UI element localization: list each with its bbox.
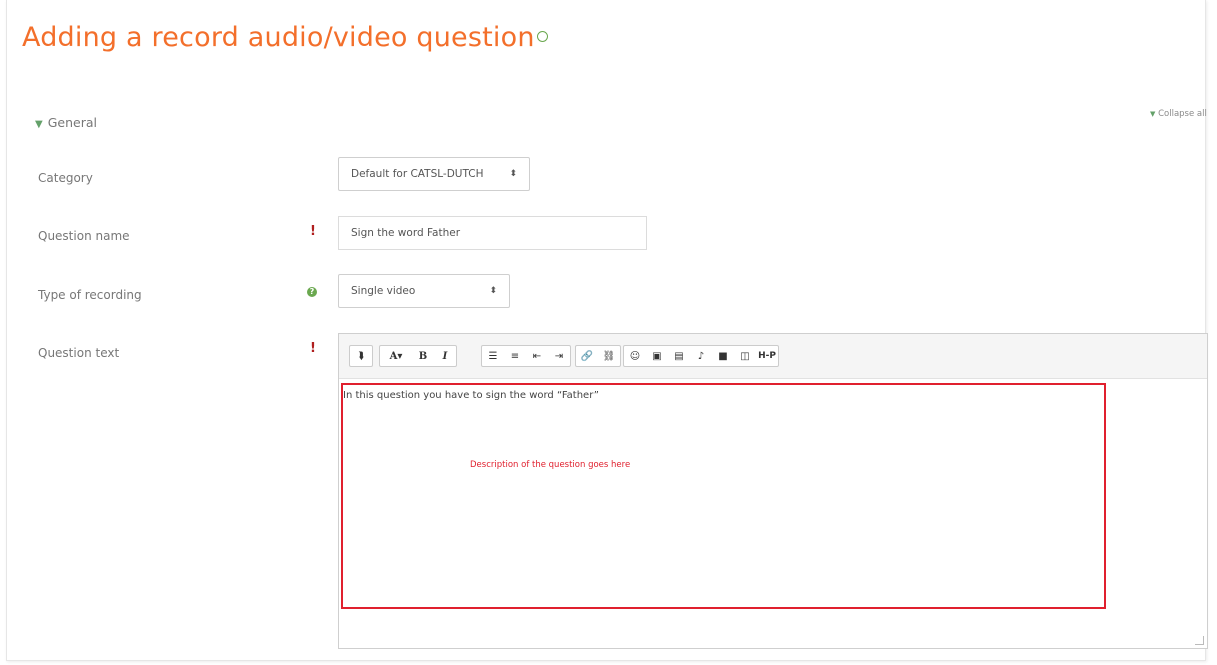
media-icon[interactable]: ▤ [668, 346, 690, 366]
toolbar-group-collapse: ⮯ [349, 345, 373, 367]
toolbar-group-style: A▾ B I [379, 345, 457, 367]
type-of-recording-value: Single video [351, 285, 416, 297]
category-label: Category [38, 171, 93, 185]
category-select[interactable]: Default for CATSL-DUTCH ⬍ [338, 157, 530, 191]
resize-handle[interactable] [1195, 636, 1204, 645]
expand-triangle-icon: ▼ [35, 119, 43, 130]
section-general-label: General [47, 115, 97, 130]
show-more-icon[interactable]: ⮯ [350, 346, 372, 366]
bold-icon[interactable]: B [412, 346, 434, 366]
bullet-list-icon[interactable]: ☰ [482, 346, 504, 366]
select-arrows-icon: ⬍ [509, 169, 517, 179]
page-title-text: Adding a record audio/video question [22, 22, 535, 53]
page-title: Adding a record audio/video question [22, 22, 548, 53]
toolbar-group-list: ☰ ≡ ⇤ ⇥ [481, 345, 571, 367]
toolbar-group-links: 🔗 ⛓ [575, 345, 621, 367]
annotation-text: Description of the question goes here [470, 460, 631, 470]
collapse-all-link[interactable]: ▼ Collapse all [1150, 109, 1207, 119]
record-video-icon[interactable]: ■ [712, 346, 734, 366]
link-icon[interactable]: 🔗 [576, 346, 598, 366]
image-icon[interactable]: ▣ [646, 346, 668, 366]
manage-files-icon[interactable]: ◫ [734, 346, 756, 366]
help-icon[interactable]: ? [307, 287, 317, 297]
editor-toolbar: ⮯ A▾ B I ☰ ≡ ⇤ ⇥ 🔗 ⛓ ☺ ▣ ▤ ♪ ■ ◫ H-P [339, 334, 1207, 379]
italic-icon[interactable]: I [434, 346, 456, 366]
collapse-all-label: Collapse all [1158, 109, 1207, 119]
section-general-toggle[interactable]: ▼ General [35, 115, 97, 130]
unlink-icon[interactable]: ⛓ [598, 346, 620, 366]
required-icon: ! [310, 224, 316, 239]
help-icon[interactable] [536, 31, 548, 42]
font-size-icon[interactable]: A▾ [380, 346, 412, 366]
question-name-label: Question name [38, 229, 130, 243]
record-audio-icon[interactable]: ♪ [690, 346, 712, 366]
annotation-highlight-box [341, 383, 1106, 609]
required-icon: ! [310, 341, 316, 356]
toolbar-group-insert: ☺ ▣ ▤ ♪ ■ ◫ H-P [623, 345, 779, 367]
question-text-label: Question text [38, 346, 120, 360]
category-select-value: Default for CATSL-DUTCH [351, 168, 484, 180]
indent-icon[interactable]: ⇥ [548, 346, 570, 366]
question-name-value: Sign the word Father [351, 227, 461, 239]
type-of-recording-select[interactable]: Single video ⬍ [338, 274, 510, 308]
collapse-triangle-icon: ▼ [1150, 110, 1156, 118]
numbered-list-icon[interactable]: ≡ [504, 346, 526, 366]
select-arrows-icon: ⬍ [489, 286, 497, 296]
question-name-input[interactable]: Sign the word Father [338, 216, 647, 250]
outdent-icon[interactable]: ⇤ [526, 346, 548, 366]
h5p-icon[interactable]: H-P [756, 346, 778, 366]
type-of-recording-label: Type of recording [38, 288, 142, 302]
emoticon-icon[interactable]: ☺ [624, 346, 646, 366]
